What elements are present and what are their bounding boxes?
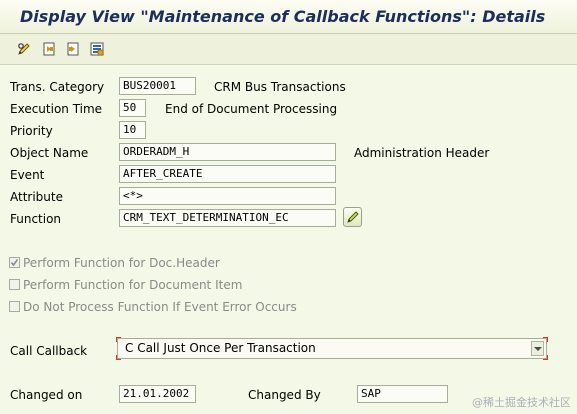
trans-category-field[interactable]: BUS20001 [119,77,196,95]
checkbox-label: Perform Function for Document Item [23,278,243,292]
checkbox-perform-doc-item[interactable]: Perform Function for Document Item [9,278,242,292]
required-marker-icon [116,355,121,360]
call-callback-label: Call Callback [10,344,88,358]
trans-category-description: CRM Bus Transactions [214,80,346,94]
title-bar: Display View "Maintenance of Callback Fu… [0,0,577,34]
priority-label: Priority [10,124,53,138]
required-marker-icon [116,337,121,342]
attribute-label: Attribute [10,190,63,204]
checkbox-checked-icon [9,257,20,268]
details-form: Trans. Category BUS20001 CRM Bus Transac… [0,65,577,414]
changed-on-field[interactable]: 21.01.2002 [119,385,196,403]
checkbox-label: Do Not Process Function If Event Error O… [23,300,297,314]
edit-function-button[interactable] [343,207,362,227]
object-name-description: Administration Header [354,146,490,160]
object-name-label: Object Name [10,146,89,160]
event-field[interactable]: AFTER_CREATE [119,165,336,183]
changed-on-label: Changed on [10,388,83,402]
priority-field[interactable]: 10 [119,121,146,139]
previous-entry-icon[interactable] [42,42,56,56]
trans-category-label: Trans. Category [10,80,105,94]
function-field[interactable]: CRM_TEXT_DETERMINATION_EC [119,209,336,227]
required-marker-icon [543,337,548,342]
watermark: @稀土掘金技术社区 [472,396,571,409]
changed-by-field[interactable]: SAP [357,385,448,403]
display-change-icon[interactable] [17,42,31,56]
chevron-down-icon[interactable] [531,341,544,356]
event-label: Event [10,168,45,182]
page-title: Display View "Maintenance of Callback Fu… [20,7,546,26]
call-callback-value: C Call Just Once Per Transaction [125,341,316,355]
required-marker-icon [543,355,548,360]
object-name-field[interactable]: ORDERADM_H [119,143,336,161]
execution-time-field[interactable]: 50 [119,99,146,117]
execution-time-label: Execution Time [10,102,103,116]
changed-by-label: Changed By [248,388,321,402]
next-entry-icon[interactable] [66,42,80,56]
checkbox-perform-doc-header[interactable]: Perform Function for Doc.Header [9,256,220,270]
application-toolbar [0,34,577,65]
attribute-field[interactable]: <*> [119,187,336,205]
function-label: Function [10,212,62,226]
pencil-icon [347,211,359,223]
execution-time-description: End of Document Processing [165,102,338,116]
checkbox-unchecked-icon [9,301,20,312]
checkbox-label: Perform Function for Doc.Header [23,256,220,270]
call-callback-dropdown[interactable]: C Call Just Once Per Transaction [117,338,547,359]
checkbox-unchecked-icon [9,279,20,290]
select-all-icon[interactable] [90,42,104,56]
checkbox-do-not-process[interactable]: Do Not Process Function If Event Error O… [9,300,297,314]
